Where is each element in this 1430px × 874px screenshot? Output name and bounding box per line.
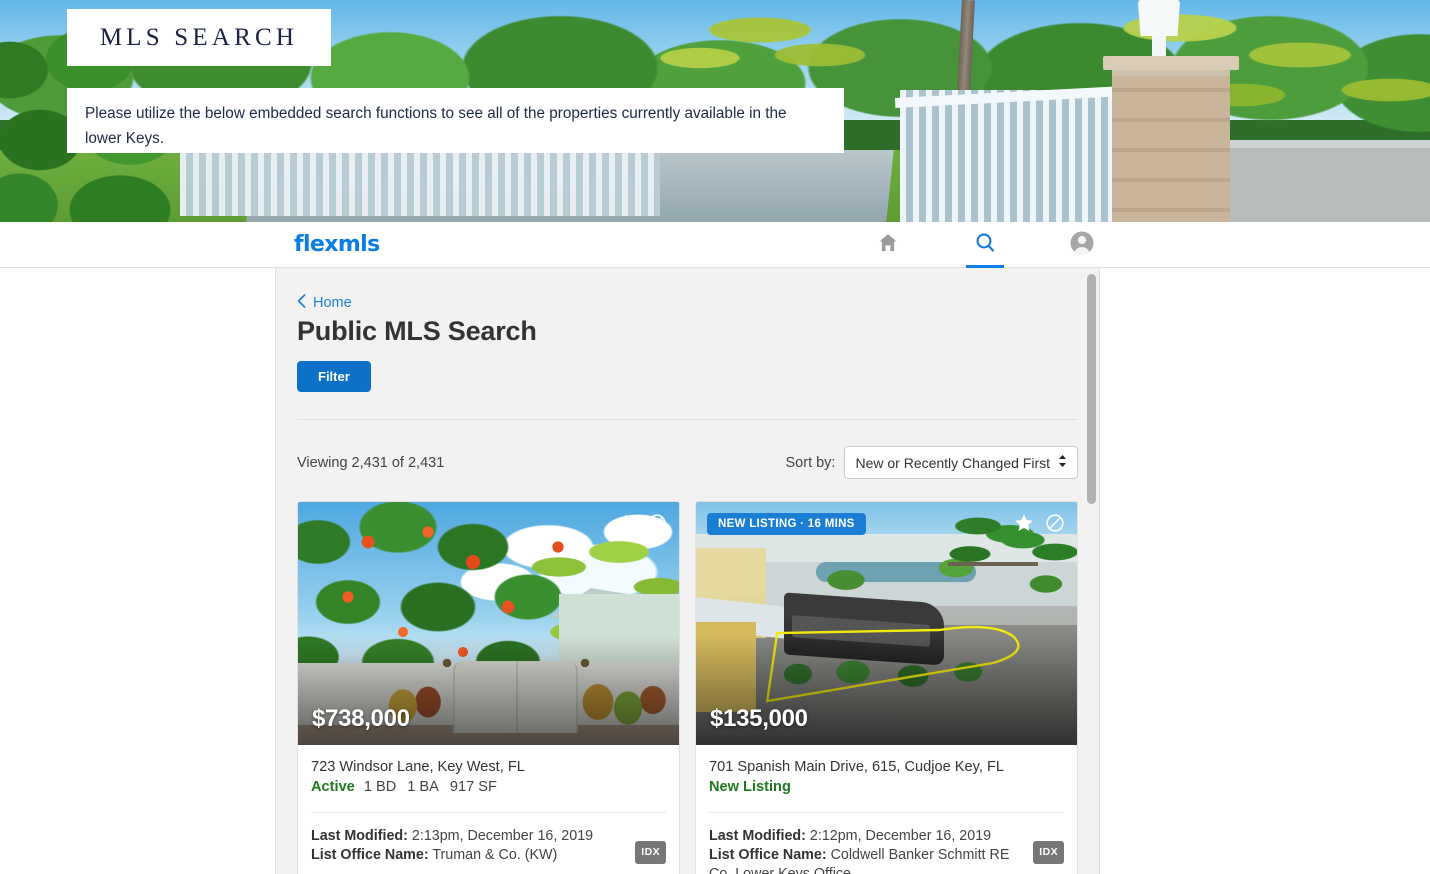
listing-photo-actions — [1013, 512, 1065, 539]
chevron-left-icon — [297, 294, 306, 312]
star-icon[interactable] — [615, 512, 637, 539]
hero-stone-pillar — [1112, 62, 1230, 222]
listing-baths: 1 BA — [407, 779, 439, 795]
breadcrumb[interactable]: Home — [297, 294, 1078, 312]
listing-address: 701 Spanish Main Drive, 615, Cudjoe Key,… — [709, 759, 1005, 775]
listing-beds: 1 BD — [363, 779, 397, 795]
filter-button[interactable]: Filter — [297, 361, 371, 392]
account-icon — [1069, 230, 1095, 261]
listing-photo[interactable]: NEW LISTING · 16 MINS $135,000 — [696, 502, 1077, 745]
listing-status-line: Active 1 BD 1 BA 917 SF — [311, 779, 666, 795]
sort-control: Sort by: New or Recently Changed First — [785, 446, 1078, 479]
listing-grid: $738,000 723 Windsor Lane, Key West, FL … — [297, 501, 1078, 874]
listing-card[interactable]: NEW LISTING · 16 MINS $135,000 701 Spani… — [695, 501, 1078, 874]
hero-subtitle: Please utilize the below embedded search… — [85, 105, 787, 147]
nav-home[interactable] — [867, 222, 909, 268]
listing-size: 917 SF — [449, 779, 497, 795]
list-office-label: List Office Name: — [311, 847, 429, 863]
listing-meta: Last Modified: 2:13pm, December 16, 2019… — [311, 827, 666, 865]
listing-price: $135,000 — [710, 705, 808, 732]
listing-status: New Listing — [709, 779, 791, 795]
last-modified-label: Last Modified: — [311, 828, 408, 844]
hero-subtitle-box: Please utilize the below embedded search… — [67, 88, 844, 153]
listing-status: Active — [311, 779, 355, 795]
idx-badge: IDX — [635, 841, 666, 864]
panel-scrollbar-thumb[interactable] — [1087, 274, 1096, 504]
results-panel: Home Public MLS Search Filter Viewing 2,… — [275, 268, 1100, 874]
page-title: Public MLS Search — [297, 316, 537, 346]
nav-search[interactable] — [964, 222, 1006, 268]
breadcrumb-label: Home — [313, 295, 352, 311]
hero-fence-right — [900, 90, 1120, 222]
listing-photo[interactable]: $738,000 — [298, 502, 679, 745]
listing-body: 701 Spanish Main Drive, 615, Cudjoe Key,… — [696, 745, 1077, 874]
hero-banner: MLS SEARCH Please utilize the below embe… — [0, 0, 1430, 222]
hero-lamp-head — [1138, 0, 1180, 36]
idx-badge: IDX — [1033, 841, 1064, 864]
listing-status-line: New Listing — [709, 779, 1064, 795]
last-modified-value: 2:13pm, December 16, 2019 — [411, 828, 594, 844]
hero-lamp-post — [1152, 34, 1166, 56]
last-modified-value: 2:12pm, December 16, 2019 — [809, 828, 992, 844]
last-modified-label: Last Modified: — [709, 828, 806, 844]
no-entry-icon[interactable] — [647, 513, 667, 538]
listing-address: 723 Windsor Lane, Key West, FL — [311, 759, 525, 775]
hero-title: MLS SEARCH — [99, 23, 299, 51]
sort-selected-value: New or Recently Changed First — [855, 454, 1050, 471]
star-icon[interactable] — [1013, 512, 1035, 539]
hero-stone-wall — [1230, 140, 1430, 222]
hero-pillar-cap — [1103, 56, 1239, 70]
search-icon — [973, 231, 997, 260]
chevron-updown-icon — [1058, 454, 1067, 471]
listing-meta: Last Modified: 2:12pm, December 16, 2019… — [709, 827, 1064, 874]
new-listing-badge: NEW LISTING · 16 MINS — [707, 513, 866, 535]
results-toolbar: Viewing 2,431 of 2,431 Sort by: New or R… — [297, 420, 1078, 501]
listing-price: $738,000 — [312, 705, 410, 732]
sort-select[interactable]: New or Recently Changed First — [844, 446, 1078, 479]
listing-divider — [709, 812, 1064, 813]
listing-body: 723 Windsor Lane, Key West, FL Active 1 B… — [298, 745, 679, 874]
listing-card[interactable]: $738,000 723 Windsor Lane, Key West, FL … — [297, 501, 680, 874]
list-office-value: Truman & Co. (KW) — [432, 847, 558, 863]
listing-divider — [311, 812, 666, 813]
list-office-label: List Office Name: — [709, 847, 827, 863]
app-nav — [867, 222, 1103, 268]
listing-photo-actions — [615, 512, 667, 539]
home-icon — [876, 231, 900, 260]
viewing-count: Viewing 2,431 of 2,431 — [297, 454, 445, 471]
sort-label: Sort by: — [785, 454, 836, 471]
flexmls-logo[interactable]: flexmls — [294, 232, 380, 257]
hero-title-box: MLS SEARCH — [67, 9, 331, 66]
flexmls-widget: flexmls Home Public MLS Search Filter Vi… — [0, 222, 1430, 874]
app-header: flexmls — [0, 222, 1430, 268]
no-entry-icon[interactable] — [1045, 513, 1065, 538]
nav-account[interactable] — [1061, 222, 1103, 268]
